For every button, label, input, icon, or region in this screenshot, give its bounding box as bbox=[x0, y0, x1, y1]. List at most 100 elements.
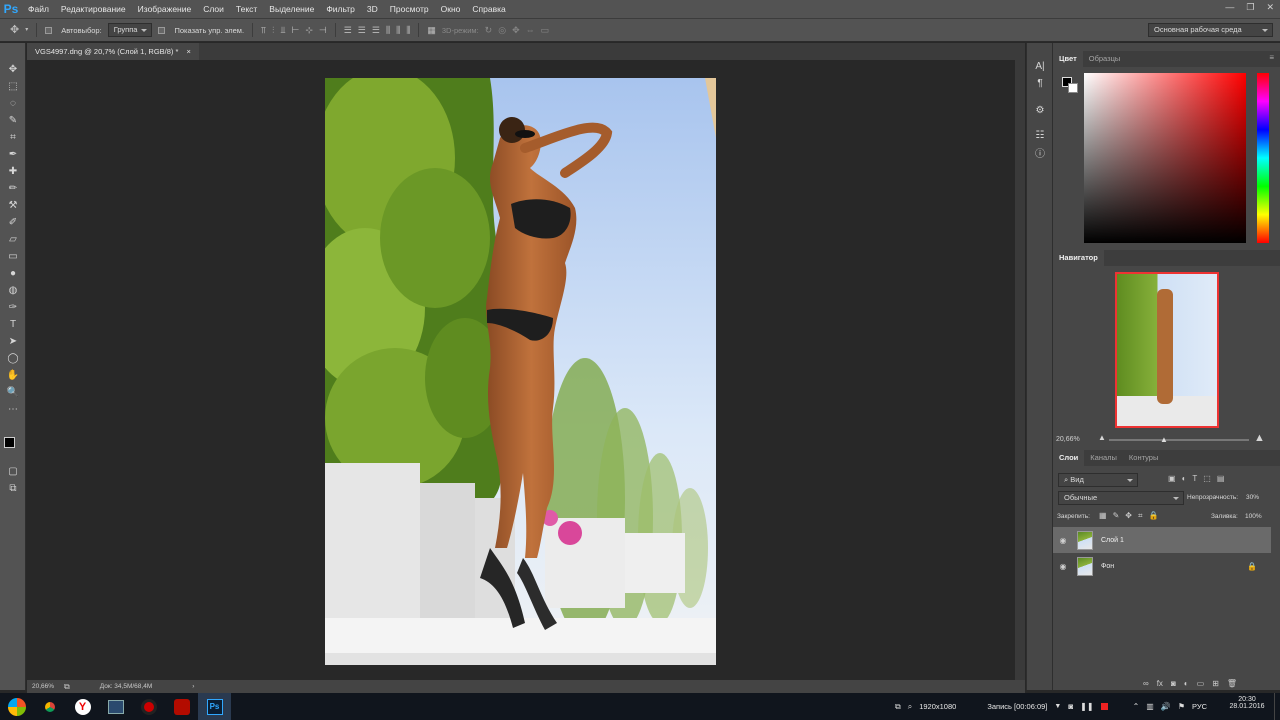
trash-icon[interactable]: 🗑 bbox=[1227, 679, 1237, 688]
chevron-down-icon[interactable]: ▾ bbox=[25, 25, 28, 35]
distribute-bottom-icon[interactable]: ☰ bbox=[372, 25, 380, 35]
align-right-icon[interactable]: ⊣ bbox=[319, 25, 327, 35]
new-layer-icon[interactable]: ⊞ bbox=[1212, 679, 1219, 688]
eyedropper-tool-icon[interactable]: ✒ bbox=[0, 146, 26, 163]
lock-position-icon[interactable]: ✥ bbox=[1125, 511, 1132, 521]
hue-slider[interactable] bbox=[1257, 73, 1269, 243]
pan-3d-icon[interactable]: ✥ bbox=[512, 25, 520, 35]
navigator-zoom[interactable]: 20,66% bbox=[1056, 436, 1080, 443]
minimize-button[interactable]: — bbox=[1225, 0, 1234, 14]
add-mask-icon[interactable]: ◙ bbox=[1171, 679, 1176, 688]
language-indicator[interactable]: РУС bbox=[1192, 702, 1207, 711]
new-group-icon[interactable]: ▭ bbox=[1197, 679, 1205, 688]
volume-icon[interactable]: 🔊 bbox=[1161, 702, 1171, 711]
eraser-tool-icon[interactable]: ▱ bbox=[0, 231, 26, 248]
navigator-thumbnail[interactable] bbox=[1115, 272, 1219, 428]
tab-paths[interactable]: Контуры bbox=[1123, 450, 1164, 466]
quick-mask-icon[interactable]: ▢ bbox=[0, 463, 26, 480]
zoom-tool-icon[interactable]: 🔍 bbox=[0, 384, 26, 401]
blur-tool-icon[interactable]: ● bbox=[0, 265, 26, 282]
photoshop-taskbar-icon[interactable]: Ps bbox=[198, 693, 231, 720]
lock-artboard-icon[interactable]: ⌗ bbox=[1138, 511, 1143, 521]
color-field[interactable] bbox=[1084, 73, 1246, 243]
tray-expand-icon[interactable]: ⌃ bbox=[1133, 702, 1140, 711]
pause-icon[interactable]: ❚❚ bbox=[1080, 702, 1093, 711]
document-tab[interactable]: VGS4997.dng @ 20,7% (Слой 1, RGB/8) * × bbox=[27, 43, 199, 60]
link-layers-icon[interactable]: ∞ bbox=[1143, 679, 1149, 688]
pen-tool-icon[interactable]: ✑ bbox=[0, 299, 26, 316]
type-tool-icon[interactable]: T bbox=[0, 316, 26, 333]
lock-transparent-icon[interactable]: ▦ bbox=[1099, 511, 1107, 521]
distribute-right-icon[interactable]: ⫼ bbox=[406, 25, 410, 35]
slide-3d-icon[interactable]: ⇔ bbox=[526, 25, 535, 35]
filter-smart-icon[interactable]: ▤ bbox=[1217, 474, 1225, 483]
filter-pixel-icon[interactable]: ▣ bbox=[1168, 474, 1176, 483]
visibility-eye-icon[interactable]: ◉ bbox=[1053, 536, 1073, 545]
workspace-dropdown[interactable]: Основная рабочая среда bbox=[1148, 23, 1273, 37]
align-left-icon[interactable]: ⊢ bbox=[291, 25, 299, 35]
blend-mode-dropdown[interactable]: Обычные bbox=[1058, 491, 1184, 505]
distribute-left-icon[interactable]: ⫼ bbox=[386, 25, 390, 35]
layer-name[interactable]: Слой 1 bbox=[1101, 537, 1124, 544]
status-zoom[interactable]: 20,66% bbox=[32, 683, 54, 690]
menu-layers[interactable]: Слои bbox=[197, 0, 230, 18]
panel-menu-icon[interactable]: ≡ bbox=[1269, 53, 1274, 62]
filter-shape-icon[interactable]: ⬚ bbox=[1203, 474, 1211, 483]
mores-tool-icon[interactable]: ⋯ bbox=[0, 401, 26, 418]
lock-pixels-icon[interactable]: ✎ bbox=[1113, 511, 1120, 521]
healing-tool-icon[interactable]: ✚ bbox=[0, 163, 26, 180]
adjustment-layer-icon[interactable]: ◐ bbox=[1184, 679, 1189, 688]
restore-button[interactable]: ❐ bbox=[1246, 0, 1254, 14]
properties-icon[interactable]: ☷ bbox=[1027, 127, 1053, 144]
acrobat-icon[interactable] bbox=[165, 693, 198, 720]
menu-filter[interactable]: Фильтр bbox=[320, 0, 361, 18]
orbit-3d-icon[interactable]: ↻ bbox=[485, 25, 493, 35]
autoselect-dropdown[interactable]: Группа bbox=[107, 23, 153, 37]
history-brush-tool-icon[interactable]: ✐ bbox=[0, 214, 26, 231]
dodge-tool-icon[interactable]: ◍ bbox=[0, 282, 26, 299]
magnifier-icon[interactable]: ⌕ bbox=[908, 702, 912, 712]
tab-navigator[interactable]: Навигатор bbox=[1053, 250, 1104, 266]
bg-color-chip[interactable] bbox=[1068, 83, 1078, 93]
auto-align-icon[interactable]: ▦ bbox=[427, 25, 436, 35]
stamp-tool-icon[interactable]: ⚒ bbox=[0, 197, 26, 214]
filter-adjust-icon[interactable]: ◐ bbox=[1182, 474, 1187, 483]
stop-icon[interactable] bbox=[1100, 703, 1108, 710]
tab-layers[interactable]: Слои bbox=[1053, 450, 1085, 466]
flag-icon[interactable]: ⚑ bbox=[1178, 702, 1185, 711]
zoom-slider[interactable] bbox=[1109, 439, 1249, 441]
distribute-vcenter-icon[interactable]: ☰ bbox=[358, 25, 366, 35]
vertical-scrollbar[interactable] bbox=[1015, 60, 1025, 680]
path-select-tool-icon[interactable]: ➤ bbox=[0, 333, 26, 350]
roll-3d-icon[interactable]: ◎ bbox=[498, 25, 506, 35]
screen-mode-icon[interactable]: ⧉ bbox=[0, 480, 26, 497]
layer-filter-dropdown[interactable]: ⌕ Вид bbox=[1058, 473, 1138, 487]
document-image[interactable] bbox=[325, 78, 716, 665]
zoom-in-icon[interactable]: ▲ bbox=[1254, 432, 1265, 444]
menu-window[interactable]: Окно bbox=[435, 0, 467, 18]
yandex-browser-icon[interactable]: Y bbox=[66, 693, 99, 720]
brush-tool-icon[interactable]: ✏ bbox=[0, 180, 26, 197]
menu-type[interactable]: Текст bbox=[230, 0, 263, 18]
opacity-value[interactable]: 30% bbox=[1246, 494, 1259, 501]
tab-color[interactable]: Цвет bbox=[1053, 51, 1083, 67]
align-vcenter-icon[interactable]: ⫶ bbox=[272, 25, 274, 35]
distribute-top-icon[interactable]: ☰ bbox=[344, 25, 352, 35]
color-swatches[interactable] bbox=[4, 437, 24, 459]
menu-image[interactable]: Изображение bbox=[132, 0, 198, 18]
marquee-tool-icon[interactable]: ⬚ bbox=[0, 78, 26, 95]
filter-type-icon[interactable]: T bbox=[1192, 474, 1197, 483]
quick-select-tool-icon[interactable]: ✎ bbox=[0, 112, 26, 129]
foreground-color[interactable] bbox=[4, 437, 15, 448]
menu-file[interactable]: Файл bbox=[22, 0, 55, 18]
status-arrow-icon[interactable]: › bbox=[192, 683, 194, 690]
zoom-slider-handle[interactable]: ▲ bbox=[1160, 435, 1168, 444]
character-icon[interactable]: A| bbox=[1027, 58, 1053, 75]
lock-all-icon[interactable]: 🔒 bbox=[1148, 511, 1158, 521]
gradient-tool-icon[interactable]: ▭ bbox=[0, 248, 26, 265]
tab-channels[interactable]: Каналы bbox=[1084, 450, 1123, 466]
crop-tool-icon[interactable]: ⌗ bbox=[0, 129, 26, 146]
layer-row[interactable]: ◉ Слой 1 bbox=[1053, 527, 1271, 553]
autoselect-checkbox[interactable] bbox=[45, 26, 55, 35]
zoom-out-icon[interactable]: ▲ bbox=[1098, 433, 1106, 442]
